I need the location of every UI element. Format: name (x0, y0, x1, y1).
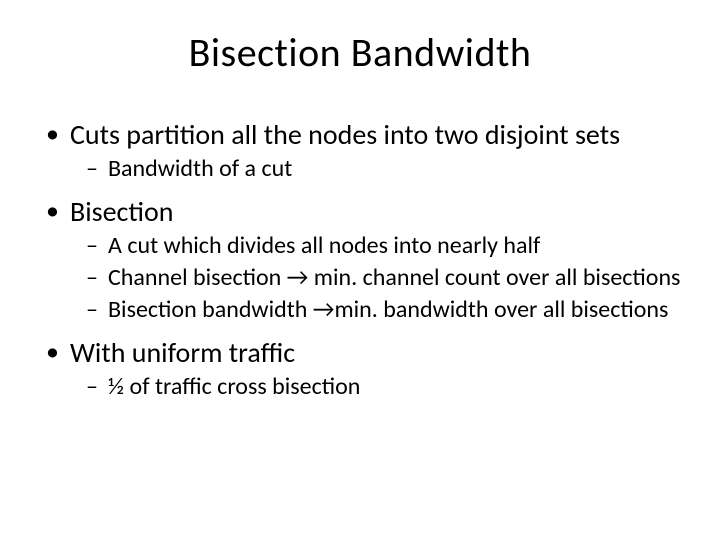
bullet-item: With uniform traffic ½ of traffic cross … (70, 335, 690, 402)
sub-list: Bandwidth of a cut (70, 154, 690, 184)
bullet-text: Cuts partition all the nodes into two di… (70, 117, 620, 152)
bullet-text: With uniform traffic (70, 335, 295, 370)
bullet-item: Bisection A cut which divides all nodes … (70, 194, 690, 325)
sub-list: A cut which divides all nodes into nearl… (70, 231, 690, 325)
slide-title: Bisection Bandwidth (30, 28, 690, 77)
slide: Bisection Bandwidth Cuts partition all t… (0, 0, 720, 540)
sub-item: Bandwidth of a cut (108, 154, 690, 184)
bullet-item: Cuts partition all the nodes into two di… (70, 117, 690, 184)
bullet-text: Bisection (70, 194, 173, 229)
bullet-list: Cuts partition all the nodes into two di… (30, 117, 690, 402)
sub-item: Bisection bandwidth →min. bandwidth over… (108, 295, 690, 325)
sub-item: ½ of traffic cross bisection (108, 372, 690, 402)
sub-item: A cut which divides all nodes into nearl… (108, 231, 690, 261)
sub-list: ½ of traffic cross bisection (70, 372, 690, 402)
sub-item: Channel bisection → min. channel count o… (108, 263, 690, 293)
